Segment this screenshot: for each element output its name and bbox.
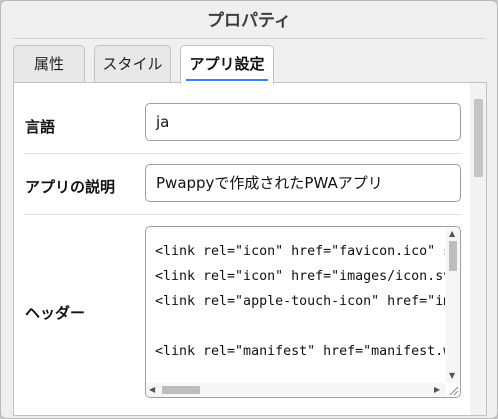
title-divider [13,38,485,39]
header-label: ヘッダー [25,304,86,322]
tab-app-settings[interactable]: アプリ設定 [180,45,274,84]
tab-style[interactable]: スタイル [94,45,171,82]
code-line: <link rel="icon" href="images/icon.svg" … [155,269,445,284]
language-input[interactable]: ja [145,103,461,141]
code-vertical-scroll-thumb[interactable] [449,241,457,271]
description-input[interactable]: Pwappyで作成されたPWAアプリ [145,164,461,202]
code-line: <link rel="apple-touch-icon" href="image… [155,294,445,309]
language-value: ja [156,113,170,131]
tab-app-settings-label: アプリ設定 [189,55,265,73]
row-divider [24,214,462,215]
code-horizontal-scroll-thumb[interactable] [162,386,200,394]
arrow-right-icon[interactable]: ▶ [434,385,440,395]
header-code-text[interactable]: <link rel="icon" href="favicon.ico" size… [155,239,445,379]
panel-vertical-scrollbar[interactable] [470,83,486,415]
description-value: Pwappyで作成されたPWAアプリ [156,174,383,192]
tab-style-label: スタイル [102,55,163,73]
window-title: プロパティ [207,11,291,31]
code-horizontal-scrollbar[interactable]: ◀ ▶ [146,383,446,397]
arrow-down-icon[interactable]: ▼ [449,371,455,381]
tab-attributes-label: 属性 [33,55,64,73]
header-code-editor[interactable]: <link rel="icon" href="favicon.ico" size… [145,226,461,398]
language-label: 言語 [25,118,56,136]
code-vertical-scrollbar[interactable]: ▲ ▼ [446,227,460,383]
tab-attributes[interactable]: 属性 [13,45,85,82]
resize-grip-icon[interactable] [447,384,459,396]
panel-scroll-thumb[interactable] [474,99,483,177]
code-line: <link rel="manifest" href="manifest.webm… [155,344,445,359]
settings-panel: 言語 ja アプリの説明 Pwappyで作成されたPWAアプリ ヘッダー <li… [13,82,487,416]
row-divider [24,153,462,154]
arrow-left-icon[interactable]: ◀ [149,385,155,395]
description-label: アプリの説明 [25,178,116,196]
properties-window: プロパティ 属性 スタイル アプリ設定 言語 ja アプリの説明 Pwappyで… [0,0,498,419]
code-line: <link rel="icon" href="favicon.ico" size… [155,244,445,259]
arrow-up-icon[interactable]: ▲ [449,229,455,239]
active-tab-indicator [186,79,268,81]
